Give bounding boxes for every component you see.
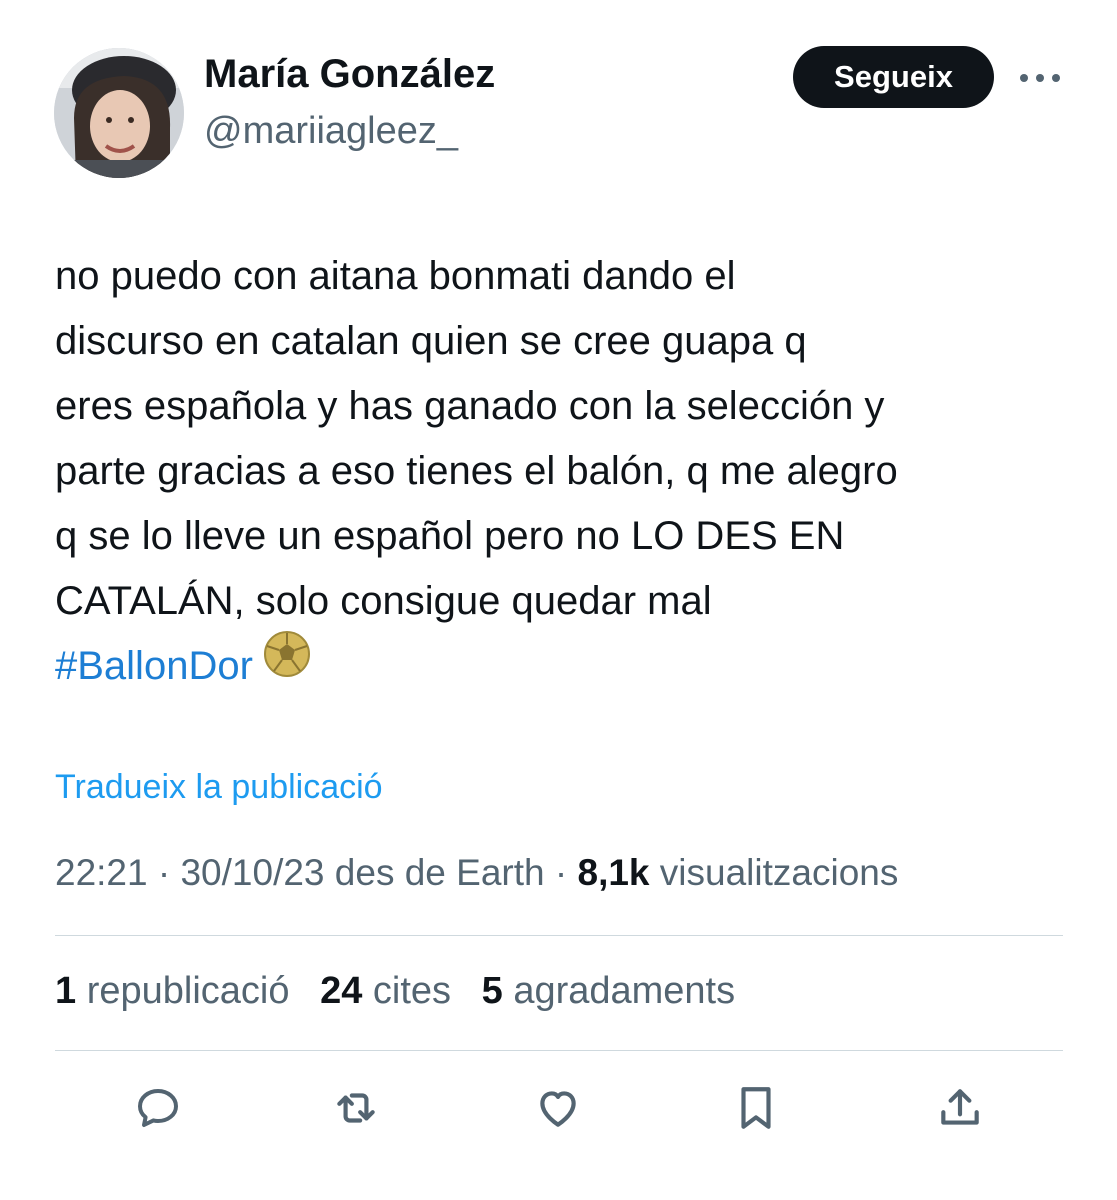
repost-icon[interactable] — [326, 1078, 386, 1138]
author-handle[interactable]: @mariiagleez_ — [204, 110, 458, 153]
reposts-count: 1 — [55, 970, 77, 1012]
translate-link[interactable]: Tradueix la publicació — [55, 768, 383, 807]
tweet-date[interactable]: 30/10/23 — [180, 852, 324, 893]
tweet-meta: 22:21 · 30/10/23 des de Earth · 8,1k vis… — [55, 852, 898, 894]
quotes-stat[interactable]: 24 cites — [320, 970, 451, 1012]
reposts-stat[interactable]: 1 republicació — [55, 970, 290, 1012]
meta-separator: · — [157, 852, 181, 893]
golden-ball-icon — [263, 630, 311, 698]
tweet-line: parte gracias a eso tienes el balón, q m… — [55, 449, 898, 493]
quotes-label: cites — [372, 970, 452, 1012]
tweet-line: discurso en catalan quien se cree guapa … — [55, 319, 807, 363]
meta-separator: · — [554, 852, 578, 893]
reposts-label: republicació — [86, 970, 290, 1012]
share-icon[interactable] — [930, 1078, 990, 1138]
follow-button[interactable]: Segueix — [793, 46, 994, 108]
author-name[interactable]: María González — [204, 52, 495, 97]
divider — [55, 935, 1063, 936]
tweet-line: no puedo con aitana bonmati dando el — [55, 254, 736, 298]
avatar[interactable] — [54, 48, 184, 178]
tweet-time[interactable]: 22:21 — [55, 852, 148, 893]
tweet-card: María González @mariiagleez_ Segueix no … — [0, 0, 1117, 1200]
tweet-line: q se lo lleve un español pero no LO DES … — [55, 514, 845, 558]
tweet-line: CATALÁN, solo consigue quedar mal — [55, 579, 712, 623]
views-count: 8,1k — [577, 852, 650, 893]
more-horizontal-icon[interactable] — [1016, 60, 1064, 96]
tweet-line: eres española y has ganado con la selecc… — [55, 384, 885, 428]
hashtag-line: #BallonDor — [55, 631, 1075, 699]
tweet-source: des de Earth — [334, 852, 545, 893]
engagement-stats: 1 republicació 24 cites 5 agradaments — [55, 970, 755, 1013]
like-icon[interactable] — [528, 1078, 588, 1138]
hashtag-link[interactable]: #BallonDor — [55, 644, 253, 688]
quotes-count: 24 — [320, 970, 363, 1012]
views-label: visualitzacions — [659, 852, 899, 893]
action-bar — [0, 1078, 1117, 1138]
tweet-text: no puedo con aitana bonmati dando el dis… — [55, 244, 1075, 699]
bookmark-icon[interactable] — [726, 1078, 786, 1138]
likes-stat[interactable]: 5 agradaments — [482, 970, 736, 1012]
likes-label: agradaments — [513, 970, 736, 1012]
reply-icon[interactable] — [128, 1078, 188, 1138]
likes-count: 5 — [481, 970, 503, 1012]
divider — [55, 1050, 1063, 1051]
